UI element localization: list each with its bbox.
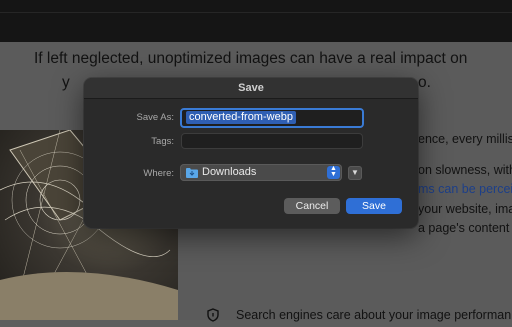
save-as-value: converted-from-webp: [186, 111, 296, 124]
chevron-updown-icon: ▲ ▼: [327, 165, 340, 179]
expand-dialog-button[interactable]: ▼: [348, 166, 362, 180]
where-label: Where:: [143, 168, 174, 179]
tags-label: Tags:: [151, 136, 174, 147]
right-text-link[interactable]: ms can be perceiv: [418, 182, 512, 196]
tags-input[interactable]: [181, 133, 363, 149]
headline-line-1: If left neglected, unoptimized images ca…: [34, 50, 468, 67]
folder-icon: [186, 168, 198, 178]
right-text-1: ence, every milliso: [418, 132, 512, 146]
dialog-titlebar: Save: [84, 78, 418, 99]
chevron-down-icon: ▼: [351, 168, 359, 177]
headline-line-2-tail: o.: [418, 74, 431, 91]
save-as-label: Save As:: [136, 112, 175, 123]
toolbar-divider: [0, 12, 512, 13]
right-text-4: your website, ima: [418, 202, 512, 216]
dialog-title: Save: [238, 82, 264, 94]
browser-toolbar: [0, 0, 512, 42]
save-button[interactable]: Save: [346, 198, 402, 214]
right-text-2: on slowness, with: [418, 163, 512, 177]
cancel-button[interactable]: Cancel: [284, 198, 340, 214]
where-value: Downloads: [202, 166, 257, 178]
right-text-5: a page's content: [418, 221, 510, 235]
headline-line-2: y: [62, 74, 70, 91]
where-select[interactable]: Downloads ▲ ▼: [180, 164, 342, 181]
save-as-input[interactable]: converted-from-webp: [180, 108, 364, 128]
